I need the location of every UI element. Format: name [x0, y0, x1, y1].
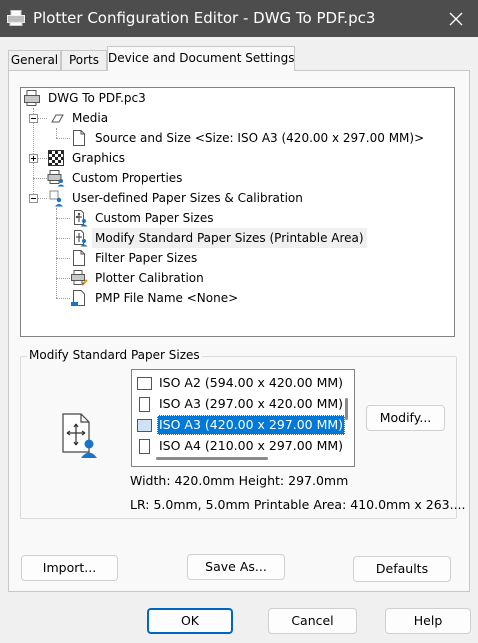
tree-connector: [56, 238, 70, 239]
tree-connector: [37, 198, 47, 199]
tab-ports[interactable]: Ports: [61, 50, 107, 70]
title-bar: Plotter Configuration Editor - DWG To PD…: [0, 0, 478, 37]
paper-size-info: Width: 420.0mm Height: 297.0mm: [130, 473, 349, 488]
paper-size-user-icon: [70, 209, 88, 227]
window-title: Plotter Configuration Editor - DWG To PD…: [33, 9, 376, 27]
paper-user-icon: [47, 189, 65, 207]
tree-connector: [56, 128, 57, 138]
plotter-icon: [23, 89, 41, 107]
document-icon: [70, 129, 88, 147]
list-item-label: ISO A3 (297.00 x 420.00 MM): [159, 396, 344, 411]
vertical-scrollbar[interactable]: [345, 398, 348, 420]
tree-item-label: Custom Properties: [72, 171, 183, 185]
tree-item-label: Media: [72, 111, 109, 125]
settings-tree[interactable]: DWG To PDF.pc3 Media Source and Size <Si…: [20, 87, 455, 337]
cancel-button[interactable]: Cancel: [268, 608, 357, 634]
close-button[interactable]: [434, 0, 478, 37]
tree-item-label: PMP File Name <None>: [95, 291, 239, 305]
tree-item-label: Plotter Calibration: [95, 271, 204, 285]
paper-sheet-icon: [47, 109, 65, 127]
tree-connector: [33, 178, 47, 179]
save-as-button[interactable]: Save As...: [187, 554, 285, 580]
tree-item-label: Custom Paper Sizes: [95, 211, 214, 225]
tree-item-label: Filter Paper Sizes: [95, 251, 198, 265]
tree-item-label: User-defined Paper Sizes & Calibration: [72, 191, 303, 205]
tree-item-label: Modify Standard Paper Sizes (Printable A…: [92, 228, 367, 248]
tab-panel: DWG To PDF.pc3 Media Source and Size <Si…: [8, 70, 470, 592]
help-button[interactable]: Help: [385, 608, 471, 634]
group-label: Modify Standard Paper Sizes: [27, 348, 202, 362]
paper-size-user-icon: [53, 411, 101, 459]
paper-icon: [136, 417, 153, 434]
printable-area-info: LR: 5.0mm, 5.0mm Printable Area: 410.0mm…: [130, 497, 466, 512]
collapse-toggle-media[interactable]: [29, 114, 38, 123]
plotter-icon: [7, 10, 25, 26]
tree-connector: [37, 118, 47, 119]
import-button[interactable]: Import...: [21, 555, 118, 581]
tab-general[interactable]: General: [8, 50, 61, 70]
tree-connector: [56, 218, 70, 219]
tree-connector: [56, 278, 70, 279]
tree-connector: [56, 298, 70, 299]
printer-user-icon: [47, 169, 65, 187]
list-item-label: ISO A3 (420.00 x 297.00 MM): [157, 415, 346, 435]
ok-button[interactable]: OK: [147, 608, 233, 634]
defaults-button[interactable]: Defaults: [353, 556, 451, 582]
paper-icon: [136, 375, 153, 392]
expand-toggle-graphics[interactable]: [29, 154, 38, 163]
tree-connector: [56, 208, 57, 298]
document-icon: [70, 249, 88, 267]
list-item-label: ISO A4 (210.00 x 297.00 MM): [159, 438, 344, 453]
close-icon: [449, 12, 463, 26]
pmp-file-icon: [70, 289, 88, 307]
paper-size-user-icon: [70, 229, 88, 247]
paper-icon: [136, 438, 153, 455]
checkerboard-icon: [47, 149, 65, 167]
horizontal-scrollbar[interactable]: [156, 457, 268, 460]
tree-item-label: DWG To PDF.pc3: [48, 91, 146, 105]
tree-connector: [37, 158, 47, 159]
tree-item-label: Graphics: [72, 151, 125, 165]
tab-device-and-document-settings[interactable]: Device and Document Settings: [107, 46, 295, 71]
tree-connector: [56, 138, 70, 139]
paper-size-list[interactable]: ISO A2 (594.00 x 420.00 MM) ISO A3 (297.…: [131, 369, 355, 467]
modify-button[interactable]: Modify...: [366, 405, 445, 431]
collapse-toggle-user-defined[interactable]: [29, 194, 38, 203]
list-item-label: ISO A2 (594.00 x 420.00 MM): [159, 375, 344, 390]
tree-item-label: Source and Size <Size: ISO A3 (420.00 x …: [95, 131, 425, 145]
paper-icon: [136, 396, 153, 413]
plotter-calibration-icon: [70, 269, 88, 287]
tree-connector: [56, 258, 70, 259]
